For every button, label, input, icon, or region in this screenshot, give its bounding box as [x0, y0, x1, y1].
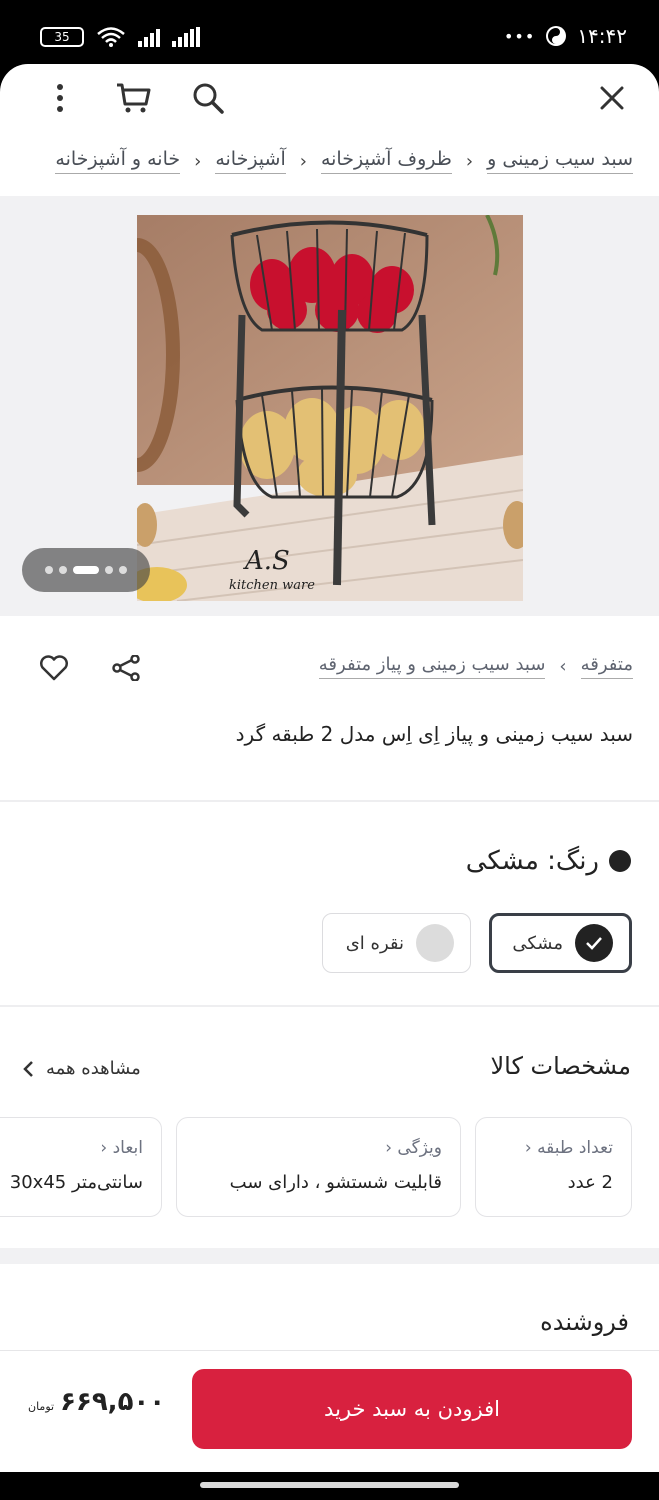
spec-label: ویژگی: [397, 1138, 442, 1158]
check-icon: [575, 924, 613, 962]
color-swatch-silver: [416, 924, 454, 962]
status-bar: 35 ••• ۱۴:۴۲: [0, 0, 659, 64]
breadcrumb-kitchenware[interactable]: ظروف آشپزخانه: [320, 148, 452, 174]
purchase-bar: افزودن به سبد خرید ۶۶۹,۵۰۰ تومان: [0, 1350, 659, 1472]
cart-button[interactable]: [113, 78, 153, 118]
price-value: ۶۶۹,۵۰۰: [60, 1387, 166, 1417]
more-vertical-icon: [57, 84, 63, 112]
view-all-label: مشاهده همه: [46, 1058, 141, 1079]
top-bar: [0, 64, 659, 132]
view-all-specs-link[interactable]: مشاهده همه: [22, 1058, 141, 1079]
status-indicators: 35: [40, 26, 200, 48]
category-path: متفرقه ‹ سبد سیب زمینی و پیاز متفرقه: [318, 654, 633, 679]
category-basket[interactable]: سبد سیب زمینی و پیاز متفرقه: [318, 654, 546, 679]
system-nav-bar: [0, 1472, 659, 1500]
more-options-button[interactable]: [40, 78, 80, 118]
search-icon: [193, 83, 224, 114]
pagination-dot[interactable]: [105, 566, 113, 574]
watermark-text: A.S: [243, 546, 290, 576]
search-button[interactable]: [188, 78, 228, 118]
pagination-dot-active[interactable]: [73, 566, 99, 574]
chevron-left-icon: ‹: [194, 150, 202, 172]
close-icon: [600, 86, 624, 110]
color-heading-text: رنگ: مشکی: [465, 846, 599, 876]
breadcrumb: خانه و آشپزخانه ‹ آشپزخانه ‹ ظروف آشپزخا…: [55, 148, 633, 174]
product-sheet: خانه و آشپزخانه ‹ آشپزخانه ‹ ظروف آشپزخا…: [0, 64, 659, 1472]
spec-label: تعداد طبقه: [537, 1138, 613, 1158]
watermark-subtext: kitchen ware: [229, 578, 315, 593]
status-time: ۱۴:۴۲: [577, 24, 627, 48]
breadcrumb-kitchen[interactable]: آشپزخانه: [215, 148, 286, 174]
add-to-cart-button[interactable]: افزودن به سبد خرید: [192, 1369, 632, 1449]
heart-icon: [40, 655, 68, 681]
chevron-left-icon: ‹: [465, 150, 474, 172]
chevron-left-icon: ‹: [385, 1138, 392, 1158]
spec-value: 2 عدد: [567, 1172, 613, 1193]
color-option-black[interactable]: مشکی: [489, 913, 632, 973]
spec-card-dimensions[interactable]: ابعاد ‹ سانتی‌متر 30x45: [0, 1117, 162, 1217]
product-title: سبد سیب زمینی و پیاز اِی اِس مدل 2 طبقه …: [235, 722, 633, 746]
chevron-left-icon: ‹: [524, 1138, 532, 1158]
spec-card-feature[interactable]: ویژگی ‹ قابلیت شستشو ، دارای سب: [176, 1117, 461, 1217]
product-image[interactable]: A.S kitchen ware: [137, 215, 523, 601]
specs-heading: مشخصات کالا: [490, 1052, 631, 1080]
battery-level: 35: [54, 30, 70, 44]
product-photo: A.S kitchen ware: [137, 215, 523, 601]
cart-icon: [117, 83, 151, 113]
signal-icon: [138, 27, 160, 47]
chevron-left-icon: ‹: [299, 150, 307, 172]
product-gallery[interactable]: A.S kitchen ware: [0, 196, 659, 616]
signal-icon-2: [172, 27, 200, 47]
price-currency: تومان: [28, 1400, 55, 1413]
spec-card-layers[interactable]: تعداد طبقه ‹ 2 عدد: [475, 1117, 632, 1217]
chevron-left-icon: [23, 1060, 33, 1077]
chevron-left-icon: ‹: [559, 656, 567, 677]
share-icon: [112, 655, 140, 681]
color-option-label: مشکی: [512, 932, 563, 954]
battery-icon: 35: [40, 27, 84, 47]
seller-heading: فروشنده: [540, 1308, 629, 1336]
breadcrumb-home-kitchen[interactable]: خانه و آشپزخانه: [55, 148, 181, 174]
spec-label: ابعاد: [112, 1138, 143, 1158]
favorite-button[interactable]: [34, 648, 74, 688]
pagination-dot[interactable]: [119, 566, 127, 574]
gallery-pagination[interactable]: [22, 548, 150, 592]
color-option-label: نقره ای: [345, 932, 404, 954]
status-right: ••• ۱۴:۴۲: [504, 24, 627, 48]
color-heading: رنگ: مشکی: [466, 846, 631, 876]
pagination-dot[interactable]: [59, 566, 67, 574]
pagination-dot[interactable]: [45, 566, 53, 574]
selected-color-swatch: [609, 850, 631, 872]
home-indicator[interactable]: [200, 1482, 459, 1488]
section-separator: [0, 1248, 659, 1264]
close-button[interactable]: [592, 78, 632, 118]
divider: [0, 1005, 659, 1007]
app-notification-icon: [546, 26, 567, 46]
price: ۶۶۹,۵۰۰ تومان: [28, 1387, 165, 1417]
spec-value: سانتی‌متر 30x45: [9, 1172, 143, 1193]
chevron-left-icon: ‹: [100, 1138, 108, 1158]
share-button[interactable]: [106, 648, 146, 688]
spec-value: قابلیت شستشو ، دارای سب: [229, 1172, 442, 1193]
divider: [0, 800, 659, 802]
color-option-silver[interactable]: نقره ای: [322, 913, 471, 973]
status-more: •••: [503, 26, 536, 46]
wifi-icon: [97, 27, 125, 47]
breadcrumb-baskets[interactable]: سبد سیب زمینی و: [487, 148, 633, 174]
category-misc[interactable]: متفرقه: [580, 654, 633, 679]
